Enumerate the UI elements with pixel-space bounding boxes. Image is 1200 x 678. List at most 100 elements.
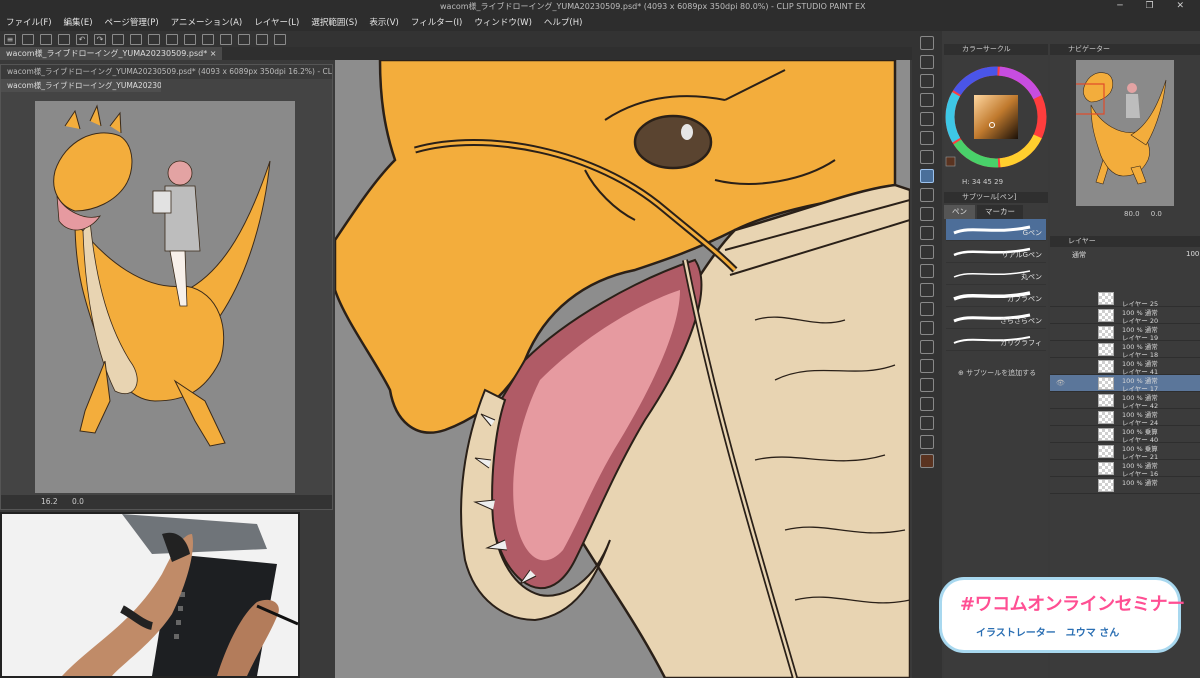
menu-layer[interactable]: レイヤー(L): [254, 16, 299, 28]
subtool-tab-marker[interactable]: マーカー: [977, 205, 1023, 219]
eraser-tool-icon[interactable]: [920, 264, 934, 278]
color-swatch-icon[interactable]: [920, 454, 934, 468]
layer-row[interactable]: 100 % 通常 レイヤー 41: [1050, 358, 1200, 376]
undo-icon[interactable]: ↶: [76, 33, 88, 45]
layer-thumbnail: [1098, 411, 1114, 424]
navigator-title: ナビゲーター: [1050, 44, 1200, 55]
sub-view-tab[interactable]: wacom様_ライブドローイング_YUMA20230509.psd* ×: [1, 79, 161, 92]
menu-bar: ファイル(F) 編集(E) ページ管理(P) アニメーション(A) レイヤー(L…: [0, 13, 1200, 31]
layer-panel-title: レイヤー: [1050, 236, 1200, 247]
navigator-preview[interactable]: [1063, 60, 1174, 206]
airbrush-tool-icon[interactable]: [920, 226, 934, 240]
pen-tool-icon[interactable]: [920, 169, 934, 183]
sub-view-zoom[interactable]: 16.2: [41, 497, 58, 506]
selection-tool-icon[interactable]: [920, 112, 934, 126]
layer-row[interactable]: レイヤー 25: [1050, 290, 1200, 308]
auto-select-tool-icon[interactable]: [920, 131, 934, 145]
menu-edit[interactable]: 編集(E): [64, 16, 93, 28]
blend-tool-icon[interactable]: [920, 283, 934, 297]
layer-row[interactable]: 100 % 通常 レイヤー 42: [1050, 392, 1200, 410]
menu-animation[interactable]: アニメーション(A): [171, 16, 243, 28]
brush-real-g-pen[interactable]: リアルGペン: [946, 241, 1046, 263]
layer-row[interactable]: 100 % 通常 レイヤー 16: [1050, 460, 1200, 478]
seminar-badge: #ワコムオンラインセミナー イラストレーター ユウマ さん: [942, 580, 1185, 650]
brush-stroke-preview-icon: [953, 225, 1031, 235]
fill-icon[interactable]: [130, 33, 142, 45]
subtool-title: サブツール[ペン]: [944, 192, 1048, 203]
layer-row-selected[interactable]: 👁 100 % 通常 レイヤー 17: [1050, 375, 1200, 393]
title-bar: wacom様_ライブドローイング_YUMA20230509.psd* (4093…: [0, 0, 1200, 13]
save-icon[interactable]: [58, 33, 70, 45]
brush-tool-icon[interactable]: [920, 207, 934, 221]
navigator-zoom[interactable]: 80.0: [1124, 210, 1140, 218]
menu-view[interactable]: 表示(V): [369, 16, 398, 28]
seminar-headline: #ワコムオンラインセミナー: [960, 594, 1185, 615]
layer-thumbnail: [1098, 479, 1114, 492]
move-layer-tool-icon[interactable]: [920, 93, 934, 107]
ruler-tool-icon[interactable]: [920, 397, 934, 411]
color-wheel[interactable]: [944, 55, 1048, 175]
full-illustration-thumbnail: [53, 104, 271, 447]
frame-tool-icon[interactable]: [920, 378, 934, 392]
layer-list: レイヤー 25 100 % 通常 レイヤー 20 100 % 通常 レイヤー 19 …: [1050, 290, 1200, 494]
add-subtool-button[interactable]: ⊕ サブツールを追加する: [958, 368, 1036, 378]
hand-tool-icon[interactable]: [920, 55, 934, 69]
eyedropper-tool-icon[interactable]: [920, 150, 934, 164]
menu-selection[interactable]: 選択範囲(S): [311, 16, 357, 28]
tool-palette: [912, 31, 942, 678]
clear-icon[interactable]: [112, 33, 124, 45]
snap-grid-icon[interactable]: [220, 33, 232, 45]
invert-selection-icon[interactable]: [184, 33, 196, 45]
snap-ruler-icon[interactable]: [202, 33, 214, 45]
layer-row[interactable]: 100 % 乗算 レイヤー 40: [1050, 426, 1200, 444]
brush-calligraphy[interactable]: カリグラフィ: [946, 329, 1046, 351]
operation-tool-icon[interactable]: [920, 74, 934, 88]
pencil-tool-icon[interactable]: [920, 188, 934, 202]
text-tool-icon[interactable]: [920, 359, 934, 373]
figure-tool-icon[interactable]: [920, 340, 934, 354]
layer-row[interactable]: 100 % 通常: [1050, 477, 1200, 494]
brush-g-pen[interactable]: Gペン: [946, 219, 1046, 241]
snap-special-ruler-icon[interactable]: [238, 33, 250, 45]
menu-filter[interactable]: フィルター(I): [411, 16, 462, 28]
blend-mode-select[interactable]: 通常: [1072, 250, 1086, 260]
open-icon[interactable]: [40, 33, 52, 45]
visibility-eye-icon[interactable]: 👁: [1056, 379, 1065, 387]
hamburger-icon[interactable]: ≡: [4, 33, 16, 45]
sub-view-angle[interactable]: 0.0: [72, 497, 84, 506]
transform-icon[interactable]: [148, 33, 160, 45]
document-tab[interactable]: wacom様_ライブドローイング_YUMA20230509.psd* ×: [0, 47, 223, 60]
balloon-tool-icon[interactable]: [920, 416, 934, 430]
ruler-icon[interactable]: [256, 33, 268, 45]
new-file-icon[interactable]: [22, 33, 34, 45]
gradient-tool-icon[interactable]: [920, 321, 934, 335]
menu-page[interactable]: ページ管理(P): [105, 16, 159, 28]
opacity-value[interactable]: 100: [1186, 250, 1199, 258]
settings-icon[interactable]: [274, 33, 286, 45]
menu-file[interactable]: ファイル(F): [6, 16, 52, 28]
window-controls[interactable]: ─ ❐ ✕: [1117, 1, 1194, 11]
decoration-tool-icon[interactable]: [920, 245, 934, 259]
redo-icon[interactable]: ↷: [94, 33, 106, 45]
layer-thumbnail: [1098, 326, 1114, 339]
subtool-tab-pen[interactable]: ペン: [944, 205, 975, 219]
layer-thumbnail: [1098, 309, 1114, 322]
dragon-closeup-artwork: [335, 60, 910, 678]
fill-tool-icon[interactable]: [920, 302, 934, 316]
brush-maru-pen[interactable]: 丸ペン: [946, 263, 1046, 285]
layer-row[interactable]: 100 % 通常 レイヤー 18: [1050, 341, 1200, 359]
sub-view-canvas[interactable]: [35, 101, 295, 493]
layer-row[interactable]: 100 % 通常 レイヤー 20: [1050, 307, 1200, 325]
menu-help[interactable]: ヘルプ(H): [544, 16, 583, 28]
layer-row[interactable]: 100 % 通常 レイヤー 19: [1050, 324, 1200, 342]
correct-line-tool-icon[interactable]: [920, 435, 934, 449]
navigator-angle[interactable]: 0.0: [1151, 210, 1162, 218]
menu-window[interactable]: ウィンドウ(W): [474, 16, 532, 28]
brush-sarasara-pen[interactable]: さらさらペン: [946, 307, 1046, 329]
layer-row[interactable]: 100 % 乗算 レイヤー 21: [1050, 443, 1200, 461]
layer-row[interactable]: 100 % 通常 レイヤー 24: [1050, 409, 1200, 427]
main-canvas[interactable]: [335, 60, 910, 678]
brush-kabura-pen[interactable]: カブラペン: [946, 285, 1046, 307]
deselect-icon[interactable]: [166, 33, 178, 45]
zoom-tool-icon[interactable]: [920, 36, 934, 50]
